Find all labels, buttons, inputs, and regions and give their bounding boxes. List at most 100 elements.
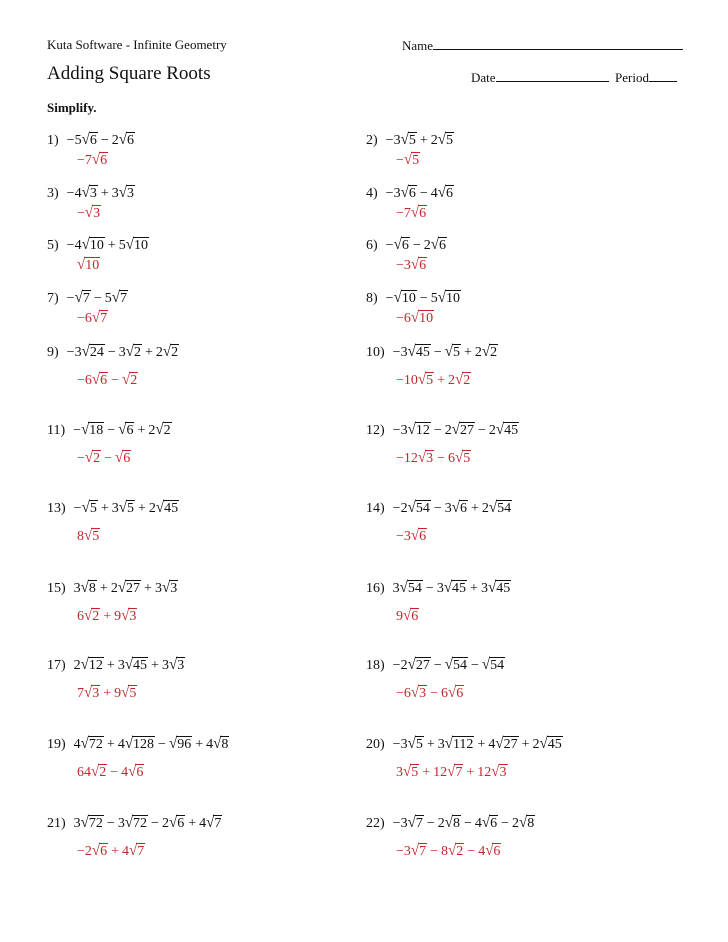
radicand: 3 bbox=[176, 657, 186, 673]
radical-sign-icon: √ bbox=[124, 656, 134, 674]
radical-term: −3√45 bbox=[423, 580, 468, 596]
problem-answer: −7√6 bbox=[77, 152, 109, 169]
radicand: 12 bbox=[414, 422, 431, 438]
minus-sign: − bbox=[392, 345, 401, 360]
problem-question: 21) 3√72−3√72−2√6 +4√7 bbox=[47, 815, 223, 832]
radicand: 5 bbox=[451, 344, 461, 360]
plus-sign: + bbox=[144, 581, 152, 596]
radical-term: −3√7 bbox=[396, 843, 428, 859]
coefficient: 4 bbox=[474, 816, 482, 831]
square-root: √5 bbox=[401, 132, 417, 149]
publisher-label: Kuta Software - Infinite Geometry bbox=[47, 37, 227, 52]
minus-sign: − bbox=[396, 686, 404, 701]
radicand: 54 bbox=[496, 500, 513, 516]
problem-question: 3) −4√3 +3√3 bbox=[47, 185, 135, 202]
radical-term: 3√5 bbox=[396, 764, 420, 780]
radical-term: −2√45 bbox=[475, 422, 520, 438]
problem-question: 19) 4√72 +4√128− √96 +4√8 bbox=[47, 736, 230, 753]
coefficient: 2 bbox=[73, 658, 81, 673]
minus-sign: − bbox=[430, 844, 439, 859]
radicand: 7 bbox=[81, 290, 91, 306]
square-root: √6 bbox=[82, 132, 98, 149]
radical-sign-icon: √ bbox=[80, 656, 89, 674]
radical-term: +3√3 bbox=[141, 580, 179, 596]
coefficient: 4 bbox=[199, 816, 207, 831]
square-root: √2 bbox=[163, 344, 180, 361]
problem-question: 14) −2√54−3√6 +2√54 bbox=[366, 500, 513, 517]
radical-term: −6√5 bbox=[434, 450, 472, 466]
radical-sign-icon: √ bbox=[121, 607, 130, 625]
coefficient: 3 bbox=[117, 658, 125, 673]
radical-sign-icon: √ bbox=[495, 735, 504, 753]
square-root: √7 bbox=[92, 310, 109, 327]
problem-question: 10) −3√45− √5 +2√2 bbox=[366, 344, 499, 361]
radicand: 128 bbox=[132, 736, 156, 752]
minus-sign: − bbox=[392, 737, 401, 752]
problem-number: 13) bbox=[47, 501, 66, 516]
coefficient: 3 bbox=[436, 581, 444, 596]
square-root: √5 bbox=[84, 528, 101, 545]
coefficient: 5 bbox=[118, 238, 126, 253]
radical-sign-icon: √ bbox=[448, 842, 457, 860]
plus-sign: + bbox=[426, 737, 435, 752]
radical-sign-icon: √ bbox=[84, 204, 94, 222]
coefficient: 3 bbox=[480, 581, 488, 596]
radicand: 6 bbox=[418, 205, 428, 221]
coefficient: 64 bbox=[77, 765, 91, 780]
square-root: √7 bbox=[408, 815, 424, 832]
plus-sign: + bbox=[137, 423, 146, 438]
radical-sign-icon: √ bbox=[74, 289, 83, 307]
problem-number: 8) bbox=[366, 291, 378, 306]
square-root: √6 bbox=[92, 152, 109, 169]
radical-term: −5√10 bbox=[417, 290, 461, 306]
name-field: Name bbox=[402, 37, 684, 54]
plus-sign: + bbox=[144, 345, 153, 360]
radical-sign-icon: √ bbox=[118, 421, 127, 439]
radical-term: −√7 bbox=[67, 289, 91, 307]
radicand: 6 bbox=[489, 815, 499, 831]
plus-sign: + bbox=[137, 501, 146, 516]
problem-answer: −6√6− √2 bbox=[77, 372, 139, 389]
plus-sign: + bbox=[437, 373, 446, 388]
problem-question: 2) −3√5 +2√5 bbox=[366, 132, 454, 149]
plus-sign: + bbox=[477, 737, 486, 752]
radical-term: −2√27 bbox=[431, 422, 475, 438]
problem-number: 12) bbox=[366, 423, 385, 438]
minus-sign: − bbox=[396, 451, 404, 466]
square-root: √5 bbox=[418, 372, 435, 389]
square-root: √10 bbox=[411, 310, 435, 327]
radical-sign-icon: √ bbox=[410, 256, 420, 274]
radical-sign-icon: √ bbox=[81, 131, 90, 149]
radical-sign-icon: √ bbox=[81, 236, 90, 254]
plus-sign: + bbox=[103, 686, 112, 701]
radical-sign-icon: √ bbox=[519, 814, 528, 832]
radical-term: +2√45 bbox=[135, 500, 180, 516]
plus-sign: + bbox=[106, 737, 115, 752]
minus-sign: − bbox=[396, 373, 404, 388]
square-root: √6 bbox=[448, 685, 465, 702]
minus-sign: − bbox=[107, 345, 116, 360]
square-root: √5 bbox=[121, 685, 138, 702]
radicand: 6 bbox=[407, 185, 417, 201]
coefficient: 10 bbox=[403, 373, 418, 388]
coefficient: 3 bbox=[403, 258, 411, 273]
coefficient: 9 bbox=[114, 609, 122, 624]
minus-sign: − bbox=[433, 658, 442, 673]
coefficient: 8 bbox=[441, 844, 449, 859]
problem-question: 18) −2√27− √54− √54 bbox=[366, 657, 506, 674]
square-root: √10 bbox=[82, 237, 105, 254]
radicand: 5 bbox=[425, 372, 435, 388]
coefficient: 3 bbox=[437, 737, 445, 752]
minus-sign: − bbox=[392, 501, 401, 516]
problem-answer: 8√5 bbox=[77, 528, 101, 545]
problem-number: 17) bbox=[47, 658, 66, 673]
radicand: 10 bbox=[444, 290, 461, 306]
radicand: 5 bbox=[128, 685, 138, 701]
coefficient: 3 bbox=[400, 345, 408, 360]
minus-sign: − bbox=[77, 153, 85, 168]
radical-term: −7√6 bbox=[396, 205, 428, 221]
radical-term: 2√12 bbox=[73, 656, 104, 674]
radical-sign-icon: √ bbox=[80, 579, 89, 597]
square-root: √72 bbox=[81, 736, 104, 753]
radical-term: −8√2 bbox=[427, 842, 465, 860]
